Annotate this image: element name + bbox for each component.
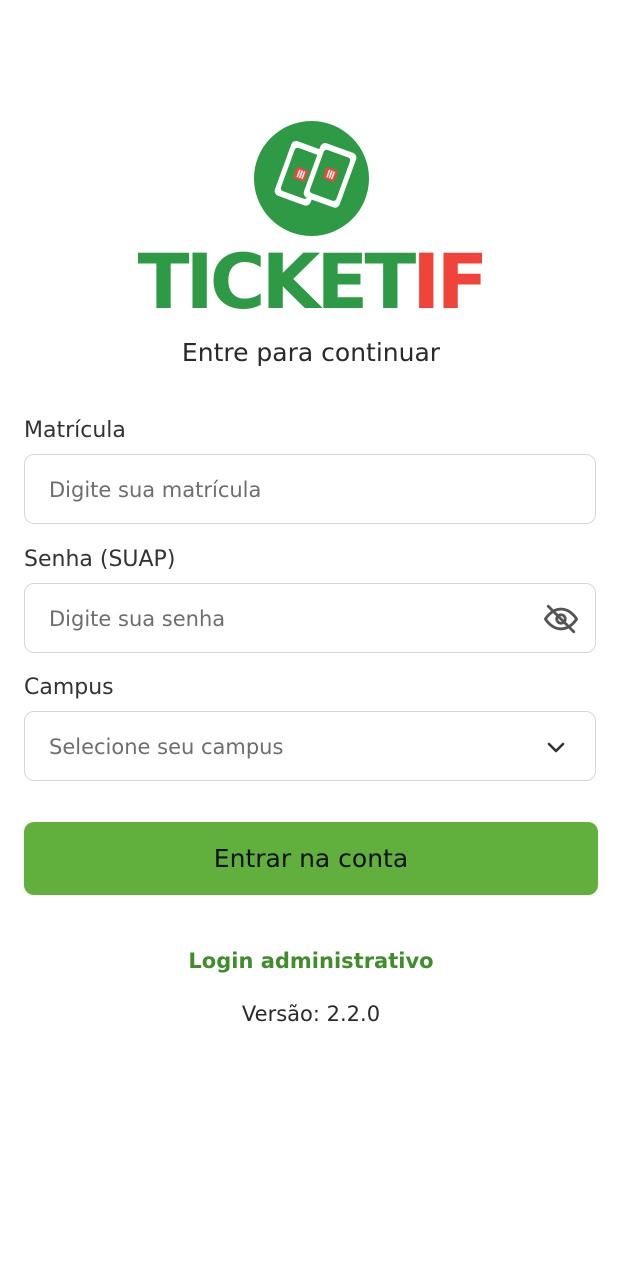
- matricula-input[interactable]: Digite sua matrícula: [24, 454, 596, 524]
- page-subtitle: Entre para continuar: [181, 338, 441, 367]
- matricula-placeholder: Digite sua matrícula: [49, 478, 262, 502]
- brand-part-if: IF: [412, 237, 488, 326]
- campus-placeholder: Selecione seu campus: [49, 735, 284, 759]
- login-button[interactable]: Entrar na conta: [24, 822, 598, 895]
- version-text: Versão: 2.2.0: [241, 1002, 381, 1026]
- admin-login-link[interactable]: Login administrativo: [0, 946, 622, 976]
- senha-placeholder: Digite sua senha: [49, 607, 226, 631]
- senha-input[interactable]: Digite sua senha: [24, 583, 596, 653]
- matricula-label: Matrícula: [24, 418, 126, 443]
- campus-label: Campus: [24, 675, 114, 700]
- chevron-down-icon: [544, 712, 568, 782]
- brand-logotype: TICKETIF: [0, 244, 622, 320]
- eye-off-icon[interactable]: [544, 584, 578, 654]
- logo-ticket-icon: [254, 121, 369, 236]
- campus-select[interactable]: Selecione seu campus: [24, 711, 596, 781]
- senha-label: Senha (SUAP): [24, 547, 176, 572]
- brand-part-ticket: TICKET: [137, 237, 417, 326]
